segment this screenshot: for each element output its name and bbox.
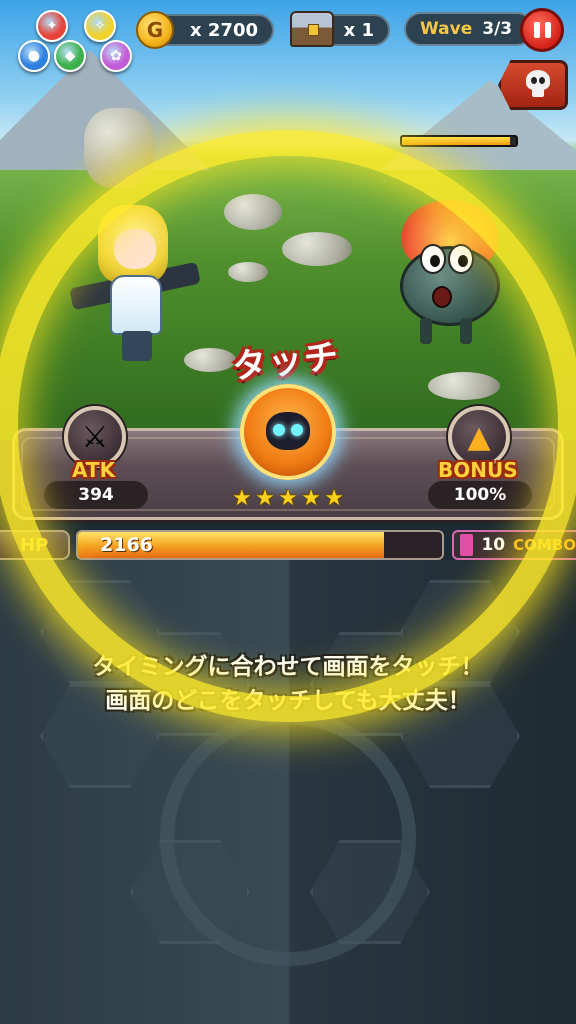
bonus-value: 100%: [428, 481, 532, 509]
heroine-character: [69, 205, 210, 370]
combo-gauge-icon: [460, 534, 474, 556]
rock: [228, 262, 268, 282]
atk-label: ATK: [72, 458, 116, 482]
pause-button[interactable]: [520, 8, 564, 52]
hp-label: HP: [0, 530, 70, 560]
water-element-icon: ●: [18, 40, 50, 72]
star-icon: ★: [301, 486, 321, 511]
rock: [428, 372, 500, 400]
pause-icon: [533, 22, 540, 38]
star-icon: ★: [255, 486, 275, 511]
treasure-chest-icon: [290, 11, 334, 47]
hp-bar: 2166: [76, 530, 444, 560]
dark-element-icon: ✿: [100, 40, 132, 72]
fire-element-icon: ✦: [36, 10, 68, 42]
monster-enemy: [380, 200, 520, 350]
skull-icon: [523, 70, 553, 100]
tutorial-instruction: タイミングに合わせて画面をタッチ！ 画面のどこをタッチしても大丈夫！: [0, 650, 576, 718]
wind-element-icon: ◆: [54, 40, 86, 72]
star-rating: ★ ★ ★ ★ ★: [232, 486, 344, 511]
enemy-hp-fill: [402, 137, 511, 145]
star-icon: ★: [232, 486, 252, 511]
combo-counter: 10 COMBO: [452, 530, 576, 560]
wave-label: Wave: [420, 19, 473, 39]
rock: [224, 194, 282, 230]
skull-button[interactable]: [498, 60, 568, 110]
star-icon: ★: [278, 486, 298, 511]
rock: [282, 232, 352, 266]
stone-monument: [84, 108, 154, 188]
puzzle-board[interactable]: [0, 560, 576, 1024]
combo-label: COMBO: [513, 536, 576, 554]
party-status-bar: HP 2166 10 COMBO: [0, 528, 576, 562]
chest-count: x 1: [343, 19, 374, 41]
gold-count: x 2700: [190, 19, 258, 41]
enemy-hp-bar: [400, 135, 518, 147]
bonus-label: BONUS: [438, 458, 518, 482]
hp-value: 2166: [100, 534, 153, 556]
combo-value: 10: [481, 535, 506, 555]
wave-value: 3/3: [482, 19, 513, 39]
gold-coin-icon: G: [136, 11, 174, 49]
instruction-line-2: 画面のどこをタッチしても大丈夫！: [105, 688, 471, 714]
wave-indicator: Wave 3/3: [404, 12, 534, 46]
star-icon: ★: [324, 486, 344, 511]
instruction-line-1: タイミングに合わせて画面をタッチ！: [92, 654, 484, 680]
skill-monster-icon[interactable]: [240, 384, 336, 480]
light-element-icon: ✧: [84, 10, 116, 42]
atk-value: 394: [44, 481, 148, 509]
